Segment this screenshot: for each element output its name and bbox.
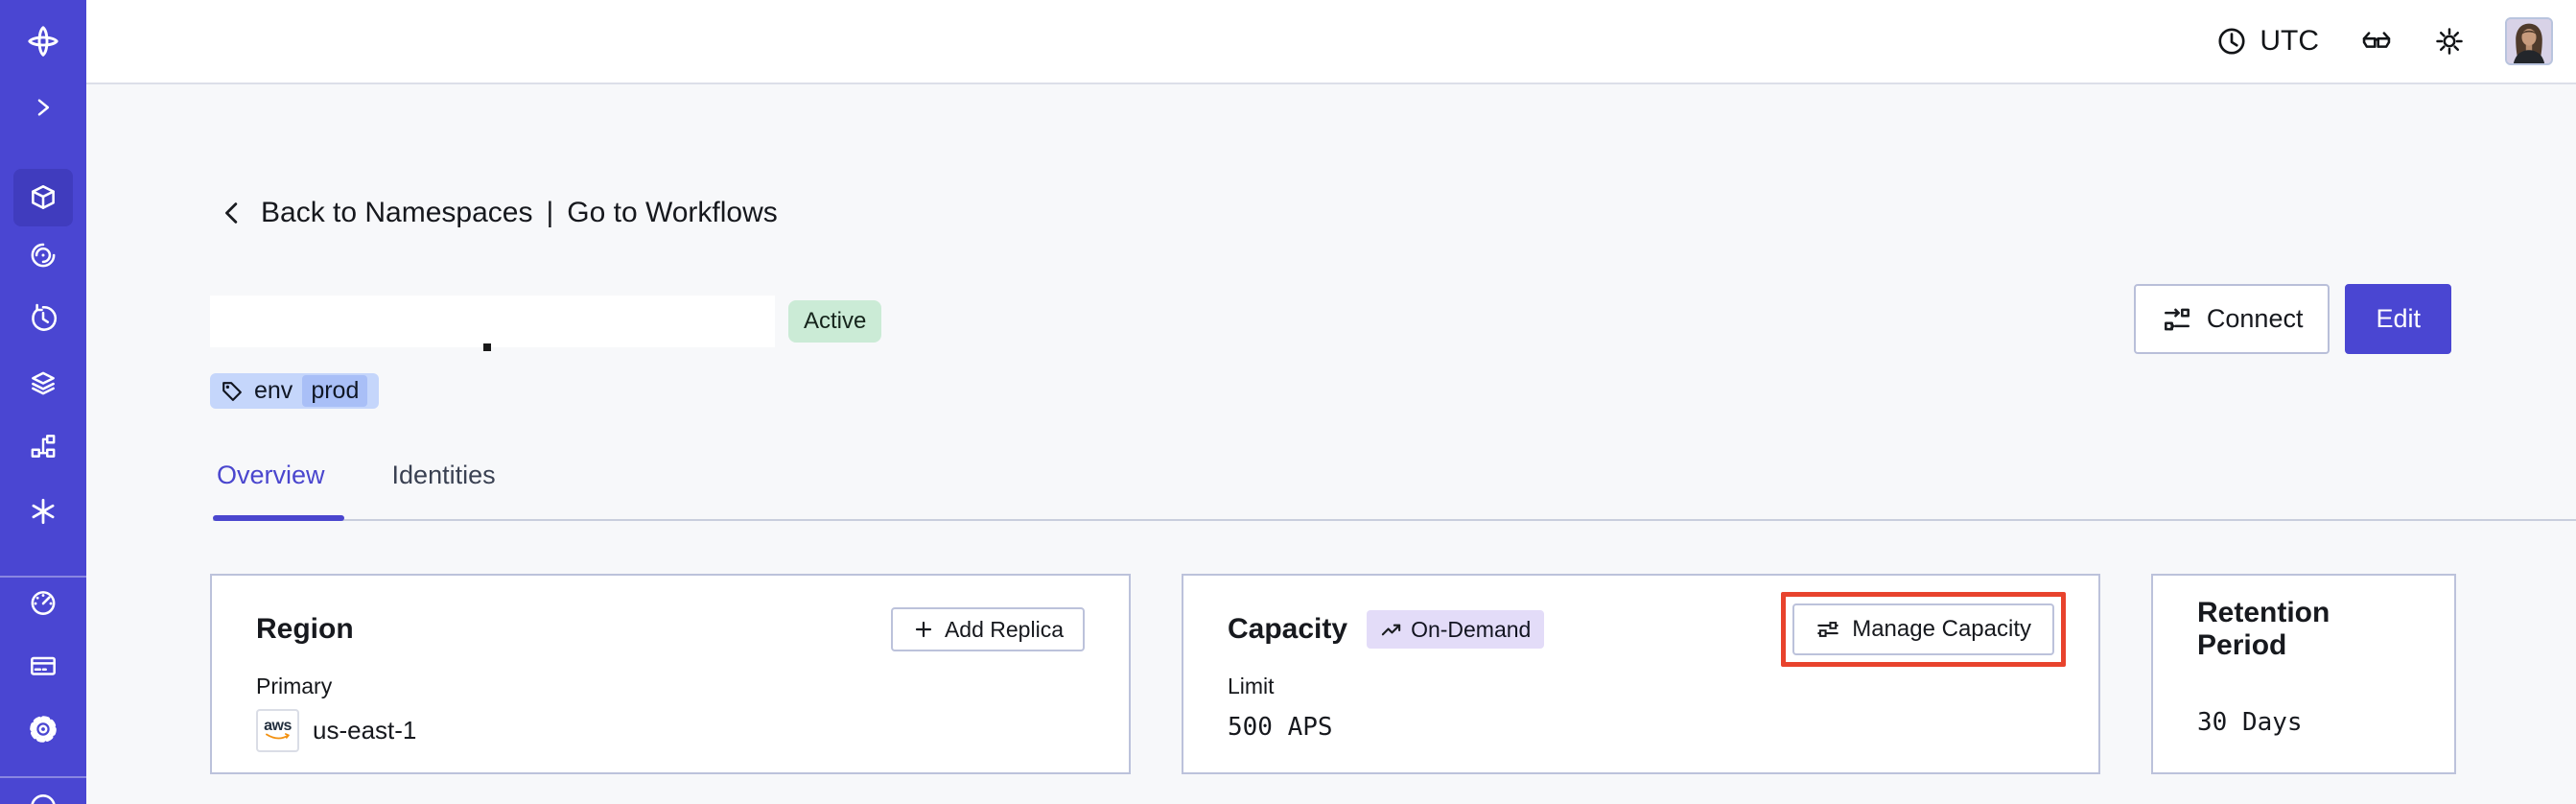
breadcrumb: Back to Namespaces | Go to Workflows: [219, 196, 778, 230]
overview-cards: Region Add Replica Primary aws us-east-1…: [210, 574, 2456, 774]
trending-up-icon: [1380, 619, 1402, 641]
temporal-logo-icon: [25, 23, 61, 59]
add-replica-label: Add Replica: [944, 616, 1064, 642]
primary-label: Primary: [256, 674, 333, 698]
connect-button-label: Connect: [2206, 304, 2304, 333]
tab-bar-divider: [213, 519, 2576, 521]
limit-label: Limit: [1228, 674, 1275, 698]
temporal-logo[interactable]: [0, 23, 86, 59]
namespaces-cube-icon: [27, 181, 59, 214]
tag-key: env: [254, 377, 293, 404]
sidebar-item-schedules[interactable]: [0, 302, 86, 335]
highlight-annotation-box: Manage Capacity: [1781, 592, 2066, 667]
edit-button[interactable]: Edit: [2345, 284, 2451, 354]
usage-gauge-icon: [27, 586, 59, 619]
back-to-namespaces-link[interactable]: Back to Namespaces: [219, 197, 532, 229]
sidebar-item-deployments[interactable]: [0, 367, 86, 399]
status-label: Active: [804, 308, 867, 334]
retention-card-title: Retention Period: [2197, 597, 2330, 661]
back-link-label: Back to Namespaces: [261, 197, 533, 228]
sidebar-item-batch-operations[interactable]: [0, 430, 86, 462]
main-content: Back to Namespaces | Go to Workflows Act…: [86, 84, 2576, 804]
back-chevron-icon: [219, 199, 247, 227]
connect-flow-icon: [2161, 303, 2193, 336]
plus-icon: [912, 618, 935, 641]
topbar: UTC: [86, 0, 2576, 84]
tag-icon: [220, 379, 245, 404]
retention-value: 30 Days: [2197, 708, 2303, 737]
nexus-asterisk-icon: [27, 495, 59, 528]
aws-provider-badge: aws: [256, 709, 299, 752]
codec-glasses-button[interactable]: [2359, 24, 2394, 59]
sidebar-item-usage[interactable]: [0, 586, 86, 619]
sidebar: [0, 0, 86, 804]
capacity-card-title: Capacity: [1228, 613, 1348, 645]
sidebar-item-settings[interactable]: [0, 713, 86, 745]
billing-card-icon: [27, 650, 59, 682]
sidebar-item-nexus[interactable]: [0, 495, 86, 528]
namespace-name-artifact: [483, 343, 491, 351]
timezone-label: UTC: [2260, 25, 2319, 57]
settings-gear-icon: [27, 713, 59, 745]
tab-overview[interactable]: Overview: [213, 461, 329, 490]
codec-glasses-icon: [2359, 24, 2394, 59]
batch-operations-branch-icon: [27, 430, 59, 462]
aws-logo-text: aws: [264, 718, 292, 734]
status-badge: Active: [788, 300, 882, 343]
region-card: Region Add Replica Primary aws us-east-1: [210, 574, 1131, 774]
retention-card: Retention Period 30 Days: [2151, 574, 2456, 774]
theme-sun-icon: [2434, 26, 2465, 57]
sidebar-item-workflows[interactable]: [0, 239, 86, 272]
region-value: us-east-1: [313, 716, 417, 745]
sidebar-divider: [0, 576, 86, 578]
connect-button[interactable]: Connect: [2133, 284, 2330, 354]
chevron-right-icon: [31, 95, 56, 120]
namespace-name-redacted: [210, 296, 775, 347]
user-avatar[interactable]: [2505, 17, 2553, 65]
aws-smile-icon: [265, 733, 290, 740]
region-card-title: Region: [256, 613, 354, 645]
user-avatar-photo: [2507, 19, 2551, 63]
tab-identities[interactable]: Identities: [388, 461, 500, 490]
add-replica-button[interactable]: Add Replica: [890, 607, 1085, 651]
go-to-workflows-link[interactable]: Go to Workflows: [567, 197, 778, 229]
on-demand-label: On-Demand: [1411, 616, 1532, 642]
on-demand-badge: On-Demand: [1367, 610, 1545, 649]
deployments-layers-icon: [27, 367, 59, 399]
manage-capacity-label: Manage Capacity: [1852, 616, 2031, 642]
capacity-limit-value: 500 APS: [1228, 713, 1333, 742]
account-circle-icon: [27, 791, 59, 804]
namespace-tag-chip: env prod: [210, 373, 380, 409]
schedules-clock-icon: [27, 302, 59, 335]
sidebar-item-namespaces[interactable]: [0, 181, 86, 214]
sidebar-item-billing[interactable]: [0, 650, 86, 682]
timezone-selector[interactable]: UTC: [2215, 25, 2319, 58]
workflows-link-label: Go to Workflows: [567, 197, 778, 228]
sidebar-divider: [0, 776, 86, 778]
manage-capacity-button[interactable]: Manage Capacity: [1792, 603, 2054, 655]
header-actions: Connect Edit: [2133, 284, 2451, 354]
capacity-card: Capacity On-Demand Manage Capacity Limit…: [1182, 574, 2100, 774]
edit-button-label: Edit: [2376, 304, 2421, 333]
tag-value: prod: [302, 375, 368, 407]
workflows-spiral-icon: [27, 239, 59, 272]
sidebar-item-expand[interactable]: [0, 95, 86, 120]
sliders-icon: [1815, 617, 1840, 642]
theme-toggle-button[interactable]: [2434, 26, 2465, 57]
clock-icon: [2215, 25, 2248, 58]
active-tab-underline: [213, 515, 344, 521]
breadcrumb-separator: |: [546, 197, 554, 228]
tab-bar: Overview Identities: [213, 461, 500, 490]
sidebar-item-account[interactable]: [0, 791, 86, 804]
